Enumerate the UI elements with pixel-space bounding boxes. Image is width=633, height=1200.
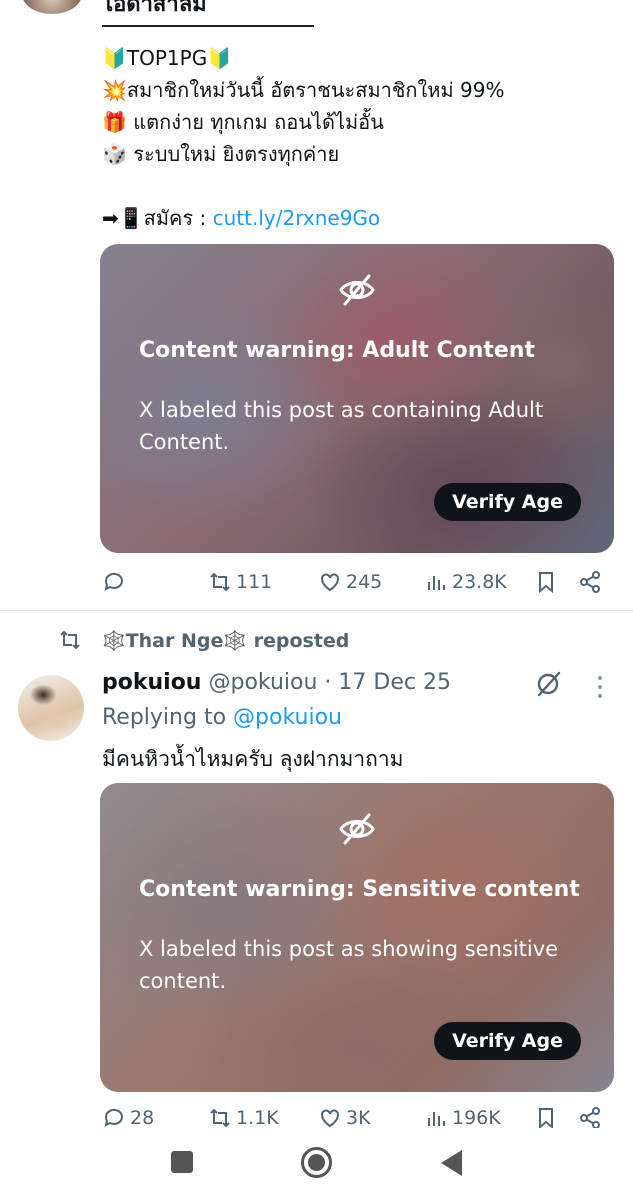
views-icon xyxy=(428,1112,445,1126)
post-line: 💥สมาชิกใหม่วันนี้ อัตราชนะสมาชิกใหม่ 99% xyxy=(102,78,505,102)
author-name[interactable]: ไอดำสาลี่ม xyxy=(102,0,207,21)
reply-icon xyxy=(104,572,123,591)
repost-button[interactable]: 1.1K xyxy=(208,1106,279,1128)
like-button[interactable]: 245 xyxy=(318,570,382,594)
eye-slash-icon[interactable] xyxy=(534,670,562,698)
bookmark-button[interactable] xyxy=(534,1106,558,1128)
reply-button[interactable]: 28 xyxy=(102,1106,154,1128)
warning-title: Content warning: Sensitive content xyxy=(139,877,580,902)
recent-apps-icon[interactable] xyxy=(171,1151,193,1173)
post-header: pokuiou @pokuiou · 17 Dec 25 xyxy=(102,670,451,695)
action-bar: 28 1.1K 3K 196K xyxy=(100,1106,605,1128)
repost-count: 1.1K xyxy=(236,1107,279,1128)
heart-icon xyxy=(321,1109,339,1128)
views-icon xyxy=(428,576,445,590)
eye-slash-icon xyxy=(339,274,375,306)
heart-icon xyxy=(321,573,339,592)
handle-and-date: @pokuiou · 17 Dec 25 xyxy=(201,670,451,695)
repost-icon xyxy=(210,572,230,592)
like-button[interactable]: 3K xyxy=(318,1106,371,1128)
bookmark-button[interactable] xyxy=(534,570,558,594)
like-count: 3K xyxy=(346,1107,371,1128)
eye-slash-icon xyxy=(339,813,375,845)
action-bar: 111 245 23.8K xyxy=(100,567,605,597)
signup-line: ➡📱สมัคร : cutt.ly/2rxne9Go xyxy=(102,202,602,234)
replying-to: Replying to @pokuiou xyxy=(102,705,342,730)
share-button[interactable] xyxy=(578,1106,602,1128)
views-count: 23.8K xyxy=(452,571,507,593)
bookmark-icon xyxy=(539,1108,553,1128)
warning-body: X labeled this post as showing sensitive… xyxy=(139,937,559,993)
back-icon[interactable] xyxy=(438,1148,464,1178)
post-text: 🔰TOP1PG🔰 💥สมาชิกใหม่วันนี้ อัตราชนะสมาชิ… xyxy=(102,42,602,234)
verify-age-button[interactable]: Verify Age xyxy=(434,1022,581,1060)
sensitive-media[interactable]: Content warning: Sensitive content X lab… xyxy=(100,783,614,1092)
repost-icon xyxy=(210,1108,230,1128)
share-icon xyxy=(580,571,600,593)
replying-handle[interactable]: @pokuiou xyxy=(233,705,342,730)
replying-label: Replying to xyxy=(102,705,234,730)
repost-count: 111 xyxy=(236,571,273,593)
post-line: 🎁 แตกง่าย ทุกเกม ถอนได้ไม่อั้น xyxy=(102,110,384,134)
views-button[interactable]: 196K xyxy=(424,1106,501,1128)
display-name[interactable]: pokuiou xyxy=(102,670,201,695)
warning-title: Content warning: Adult Content xyxy=(139,338,535,363)
views-button[interactable]: 23.8K xyxy=(424,570,507,594)
post-text: มีคนหิวน้ำไหมครับ ลุงฝากมาถาม xyxy=(102,747,404,771)
bookmark-icon xyxy=(539,572,553,594)
share-button[interactable] xyxy=(578,570,602,594)
reply-count: 28 xyxy=(130,1107,155,1128)
views-count: 196K xyxy=(452,1107,501,1128)
repost-banner-text: 🕸️Thar Nge🕸️ reposted xyxy=(102,629,350,652)
repost-button[interactable]: 111 xyxy=(208,570,272,594)
signup-prefix: ➡📱สมัคร : xyxy=(102,206,213,230)
repost-icon xyxy=(60,630,80,650)
warning-body: X labeled this post as containing Adult … xyxy=(139,398,544,454)
home-icon[interactable] xyxy=(300,1146,333,1179)
sensitive-media[interactable]: Content warning: Adult Content X labeled… xyxy=(100,244,614,553)
verify-age-button[interactable]: Verify Age xyxy=(434,483,581,521)
like-count: 245 xyxy=(346,571,383,593)
avatar[interactable] xyxy=(22,0,82,14)
divider-line xyxy=(102,25,314,27)
post-line: 🔰TOP1PG🔰 xyxy=(102,46,233,70)
more-options-icon[interactable] xyxy=(588,672,612,702)
post-line: 🎲 ระบบใหม่ ยิงตรงทุกค่าย xyxy=(102,142,340,166)
system-nav-bar xyxy=(0,1128,633,1200)
reply-icon xyxy=(104,1108,123,1127)
avatar[interactable] xyxy=(18,675,84,741)
share-icon xyxy=(580,1107,600,1128)
signup-link[interactable]: cutt.ly/2rxne9Go xyxy=(213,206,381,230)
reply-button[interactable] xyxy=(102,570,126,594)
repost-banner[interactable]: 🕸️Thar Nge🕸️ reposted xyxy=(58,628,349,652)
post-divider xyxy=(0,610,633,611)
